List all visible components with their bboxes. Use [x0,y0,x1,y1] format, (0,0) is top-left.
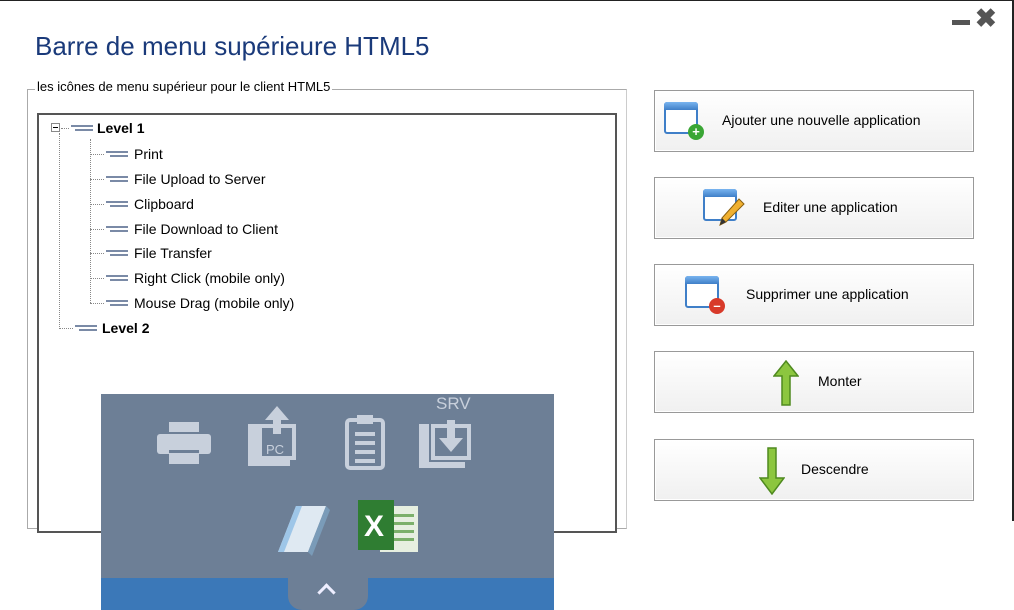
minimize-icon[interactable] [952,20,970,25]
menu-bar-icon [75,325,97,331]
menu-item-icon [106,250,128,256]
move-down-button[interactable]: Descendre [654,439,974,501]
notepad-icon [278,506,330,556]
tree-item-right-click[interactable]: Right Click (mobile only) [134,268,285,288]
menu-bar-icon [71,125,93,131]
tree-node-level2[interactable]: Level 2 [102,318,149,338]
menu-item-icon [106,275,128,281]
tree-item-file-download[interactable]: File Download to Client [134,219,278,239]
menu-item-icon [106,300,128,306]
tree-connector [90,303,104,305]
menu-item-icon [106,151,128,157]
menu-item-icon [106,176,128,182]
tree-connector [61,128,69,130]
tree-connector [90,229,104,231]
tree-connector [90,278,104,280]
add-application-button[interactable]: + Ajouter une nouvelle application [654,90,974,152]
svg-text:PC: PC [266,442,284,457]
toolbar-preview: PC SRV X [101,394,554,610]
menu-item-icon [106,226,128,232]
download-srv-icon [419,420,471,468]
collapse-toggle-icon[interactable] [51,123,60,132]
tree-item-file-upload[interactable]: File Upload to Server [134,169,266,189]
tree-item-file-transfer[interactable]: File Transfer [134,243,212,263]
move-up-label: Monter [818,373,862,389]
add-application-label: Ajouter une nouvelle application [722,112,921,128]
tree-item-mouse-drag[interactable]: Mouse Drag (mobile only) [134,293,294,313]
delete-application-button[interactable]: – Supprimer une application [654,264,974,326]
printer-icon [157,422,211,464]
upload-pc-icon: PC [248,406,296,466]
excel-icon: X [358,500,418,552]
tree-connector [90,179,104,181]
dialog-title: Barre de menu supérieure HTML5 [35,31,430,61]
window-add-icon: + [664,102,704,140]
tree-node-level1[interactable]: Level 1 [97,118,144,138]
edit-application-label: Editer une application [763,199,898,215]
close-icon[interactable]: ✖ [975,5,997,31]
clipboard-icon [345,415,385,470]
tree-connector [90,154,104,156]
move-down-label: Descendre [801,461,869,477]
delete-application-label: Supprimer une application [746,286,909,302]
svg-text:X: X [364,510,384,543]
tree-item-print[interactable]: Print [134,144,163,164]
tree-connector [90,253,104,255]
tree-connector [59,133,61,329]
group-legend: les icônes de menu supérieur pour le cli… [35,79,333,94]
tree-connector [59,328,73,330]
srv-label: SRV [436,394,471,413]
menu-item-icon [106,201,128,207]
tree-item-clipboard[interactable]: Clipboard [134,194,194,214]
window-edit-icon [703,189,745,226]
move-up-button[interactable]: Monter [654,351,974,413]
edit-application-button[interactable]: Editer une application [654,177,974,239]
arrow-up-icon [773,360,799,406]
arrow-down-icon [759,447,785,495]
tree-connector [90,204,104,206]
window-delete-icon: – [685,276,725,314]
